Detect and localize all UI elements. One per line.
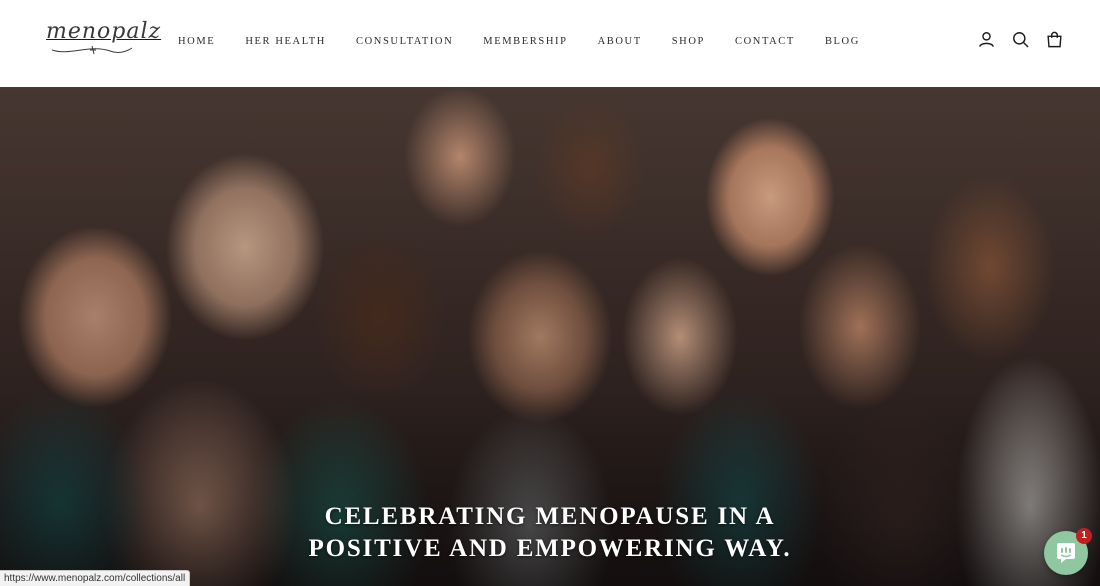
nav-shop[interactable]: SHOP bbox=[672, 35, 705, 49]
cart-icon[interactable] bbox=[1045, 30, 1064, 49]
nav-home[interactable]: HOME bbox=[178, 35, 215, 49]
main-nav: HOME HER HEALTH CONSULTATION MEMBERSHIP … bbox=[178, 35, 890, 49]
chat-badge: 1 bbox=[1076, 528, 1092, 544]
nav-her-health[interactable]: HER HEALTH bbox=[245, 35, 326, 49]
search-icon[interactable] bbox=[1011, 30, 1030, 49]
hero-heading: CELEBRATING MENOPAUSE IN A POSITIVE AND … bbox=[0, 501, 1100, 565]
hero-banner: CELEBRATING MENOPAUSE IN A POSITIVE AND … bbox=[0, 87, 1100, 586]
hero-heading-line1: CELEBRATING MENOPAUSE IN A bbox=[324, 503, 776, 530]
nav-consultation[interactable]: CONSULTATION bbox=[356, 35, 453, 49]
status-bar-url: https://www.menopalz.com/collections/all bbox=[0, 570, 191, 586]
site-header: menopalz HOME HER HEALTH CONSULTATION ME… bbox=[0, 0, 1100, 87]
nav-membership[interactable]: MEMBERSHIP bbox=[483, 35, 567, 49]
nav-blog[interactable]: BLOG bbox=[825, 35, 860, 49]
logo[interactable]: menopalz bbox=[46, 18, 160, 58]
logo-flourish-icon bbox=[51, 45, 133, 55]
hero-heading-line2: POSITIVE AND EMPOWERING WAY. bbox=[308, 535, 792, 562]
logo-text: menopalz bbox=[46, 19, 162, 44]
header-actions bbox=[977, 30, 1064, 49]
nav-about[interactable]: ABOUT bbox=[598, 35, 642, 49]
chat-icon bbox=[1057, 543, 1075, 563]
account-icon[interactable] bbox=[977, 30, 996, 49]
nav-contact[interactable]: CONTACT bbox=[735, 35, 795, 49]
